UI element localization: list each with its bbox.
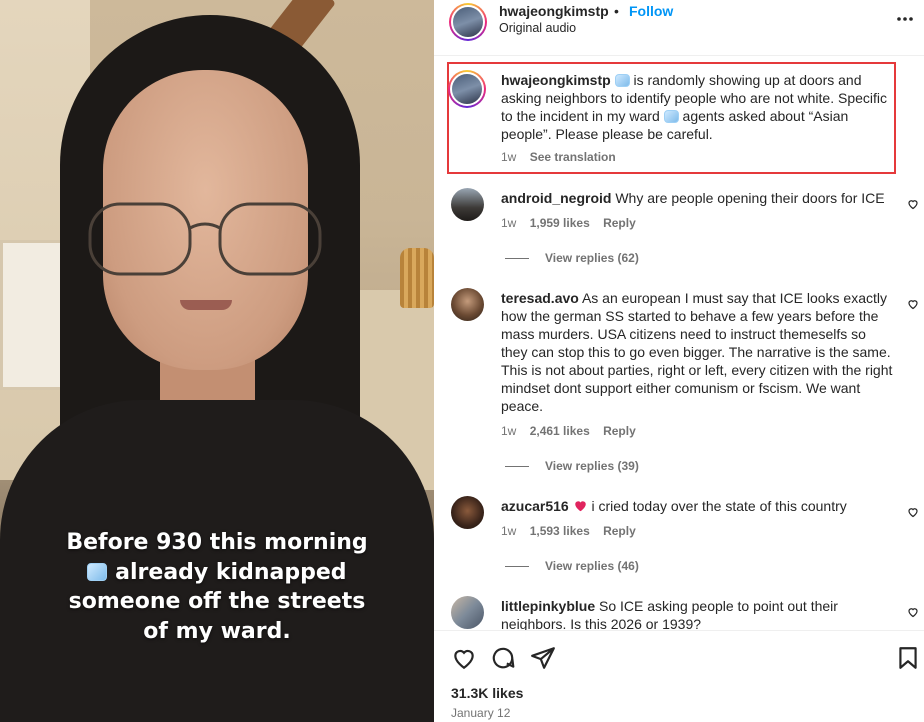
comment-time: 1w [501, 216, 517, 230]
like-heart-icon[interactable] [907, 198, 919, 210]
follow-button[interactable]: Follow [629, 3, 673, 19]
comment-time: 1w [501, 524, 517, 538]
view-replies-button[interactable]: View replies (62) [505, 251, 639, 265]
comment-username[interactable]: teresad.avo [501, 290, 579, 306]
commenter-avatar[interactable] [451, 496, 484, 529]
ice-cube-emoji-icon [614, 74, 630, 87]
replies-divider [505, 466, 529, 468]
comment-meta: 1w 1,593 likes Reply [501, 524, 646, 538]
author-username[interactable]: hwajeongkimstp [499, 3, 609, 19]
comment-meta: 1w 2,461 likes Reply [501, 424, 646, 438]
caption-comment-text: hwajeongkimstp is randomly showing up at… [501, 72, 888, 142]
person-mouth [180, 300, 232, 310]
comment-text: azucar516 i cried today over the state o… [501, 498, 847, 514]
ice-cube-emoji-icon [87, 562, 108, 581]
caption-line-3: someone off the streets [68, 589, 366, 614]
share-icon[interactable] [530, 645, 556, 671]
comment-likes[interactable]: 1,959 likes [530, 216, 590, 230]
reply-button[interactable]: Reply [603, 424, 636, 438]
see-translation-link[interactable]: See translation [530, 150, 616, 164]
comment-time: 1w [501, 150, 517, 164]
comment-username[interactable]: android_negroid [501, 190, 611, 206]
save-bookmark-icon[interactable] [895, 645, 921, 671]
comment-username[interactable]: littlepinkyblue [501, 598, 595, 614]
commenter-avatar[interactable] [451, 188, 484, 221]
replies-divider [505, 258, 529, 260]
caption-line-4: of my ward. [143, 618, 291, 644]
comment-username[interactable]: azucar516 [501, 498, 569, 514]
reply-button[interactable]: Reply [603, 216, 636, 230]
comment-likes[interactable]: 2,461 likes [530, 424, 590, 438]
post-panel: hwajeongkimstp • Follow Original audio h… [434, 0, 924, 722]
like-heart-icon[interactable] [907, 606, 919, 618]
reply-button[interactable]: Reply [603, 524, 636, 538]
like-heart-icon[interactable] [907, 298, 919, 310]
author-avatar[interactable] [449, 3, 487, 41]
comment-meta: 1w 1,959 likes Reply [501, 216, 646, 230]
reel-video[interactable]: Before 930 this morning already kidnappe… [0, 0, 434, 722]
separator-dot: • [614, 3, 619, 19]
comment-text: teresad.avo As an european I must say th… [501, 290, 893, 414]
caption-line-1: Before 930 this morning [66, 530, 368, 555]
comment-text: android_negroid Why are people opening t… [501, 190, 885, 206]
post-date: January 12 [451, 706, 511, 720]
post-likes-count[interactable]: 31.3K likes [451, 685, 523, 701]
commenter-avatar[interactable] [451, 288, 484, 321]
post-header: hwajeongkimstp • Follow Original audio [434, 0, 924, 56]
commenter-avatar[interactable] [451, 596, 484, 629]
comment-username[interactable]: hwajeongkimstp [501, 72, 611, 88]
red-heart-emoji-icon [574, 501, 586, 512]
post-actions: 31.3K likes January 12 [434, 630, 924, 722]
like-heart-icon[interactable] [451, 645, 477, 671]
caption-author-avatar[interactable] [448, 70, 486, 108]
person-glasses [88, 202, 322, 276]
replies-divider [505, 566, 529, 568]
comment-text: littlepinkyblue So ICE asking people to … [501, 598, 838, 630]
like-heart-icon[interactable] [907, 506, 919, 518]
view-replies-button[interactable]: View replies (39) [505, 459, 639, 473]
caption-meta: 1w See translation [501, 150, 626, 164]
view-replies-button[interactable]: View replies (46) [505, 559, 639, 573]
comments-list[interactable]: hwajeongkimstp is randomly showing up at… [434, 57, 924, 630]
original-audio-link[interactable]: Original audio [499, 21, 576, 35]
more-options-icon[interactable] [896, 9, 914, 29]
ice-cube-emoji-icon [663, 110, 679, 123]
comment-icon[interactable] [490, 645, 516, 671]
caption-line-2: already kidnapped [30, 558, 404, 588]
video-caption: Before 930 this morning already kidnappe… [30, 528, 404, 646]
comment-time: 1w [501, 424, 517, 438]
comment-likes[interactable]: 1,593 likes [530, 524, 590, 538]
background-lamp [400, 248, 434, 308]
